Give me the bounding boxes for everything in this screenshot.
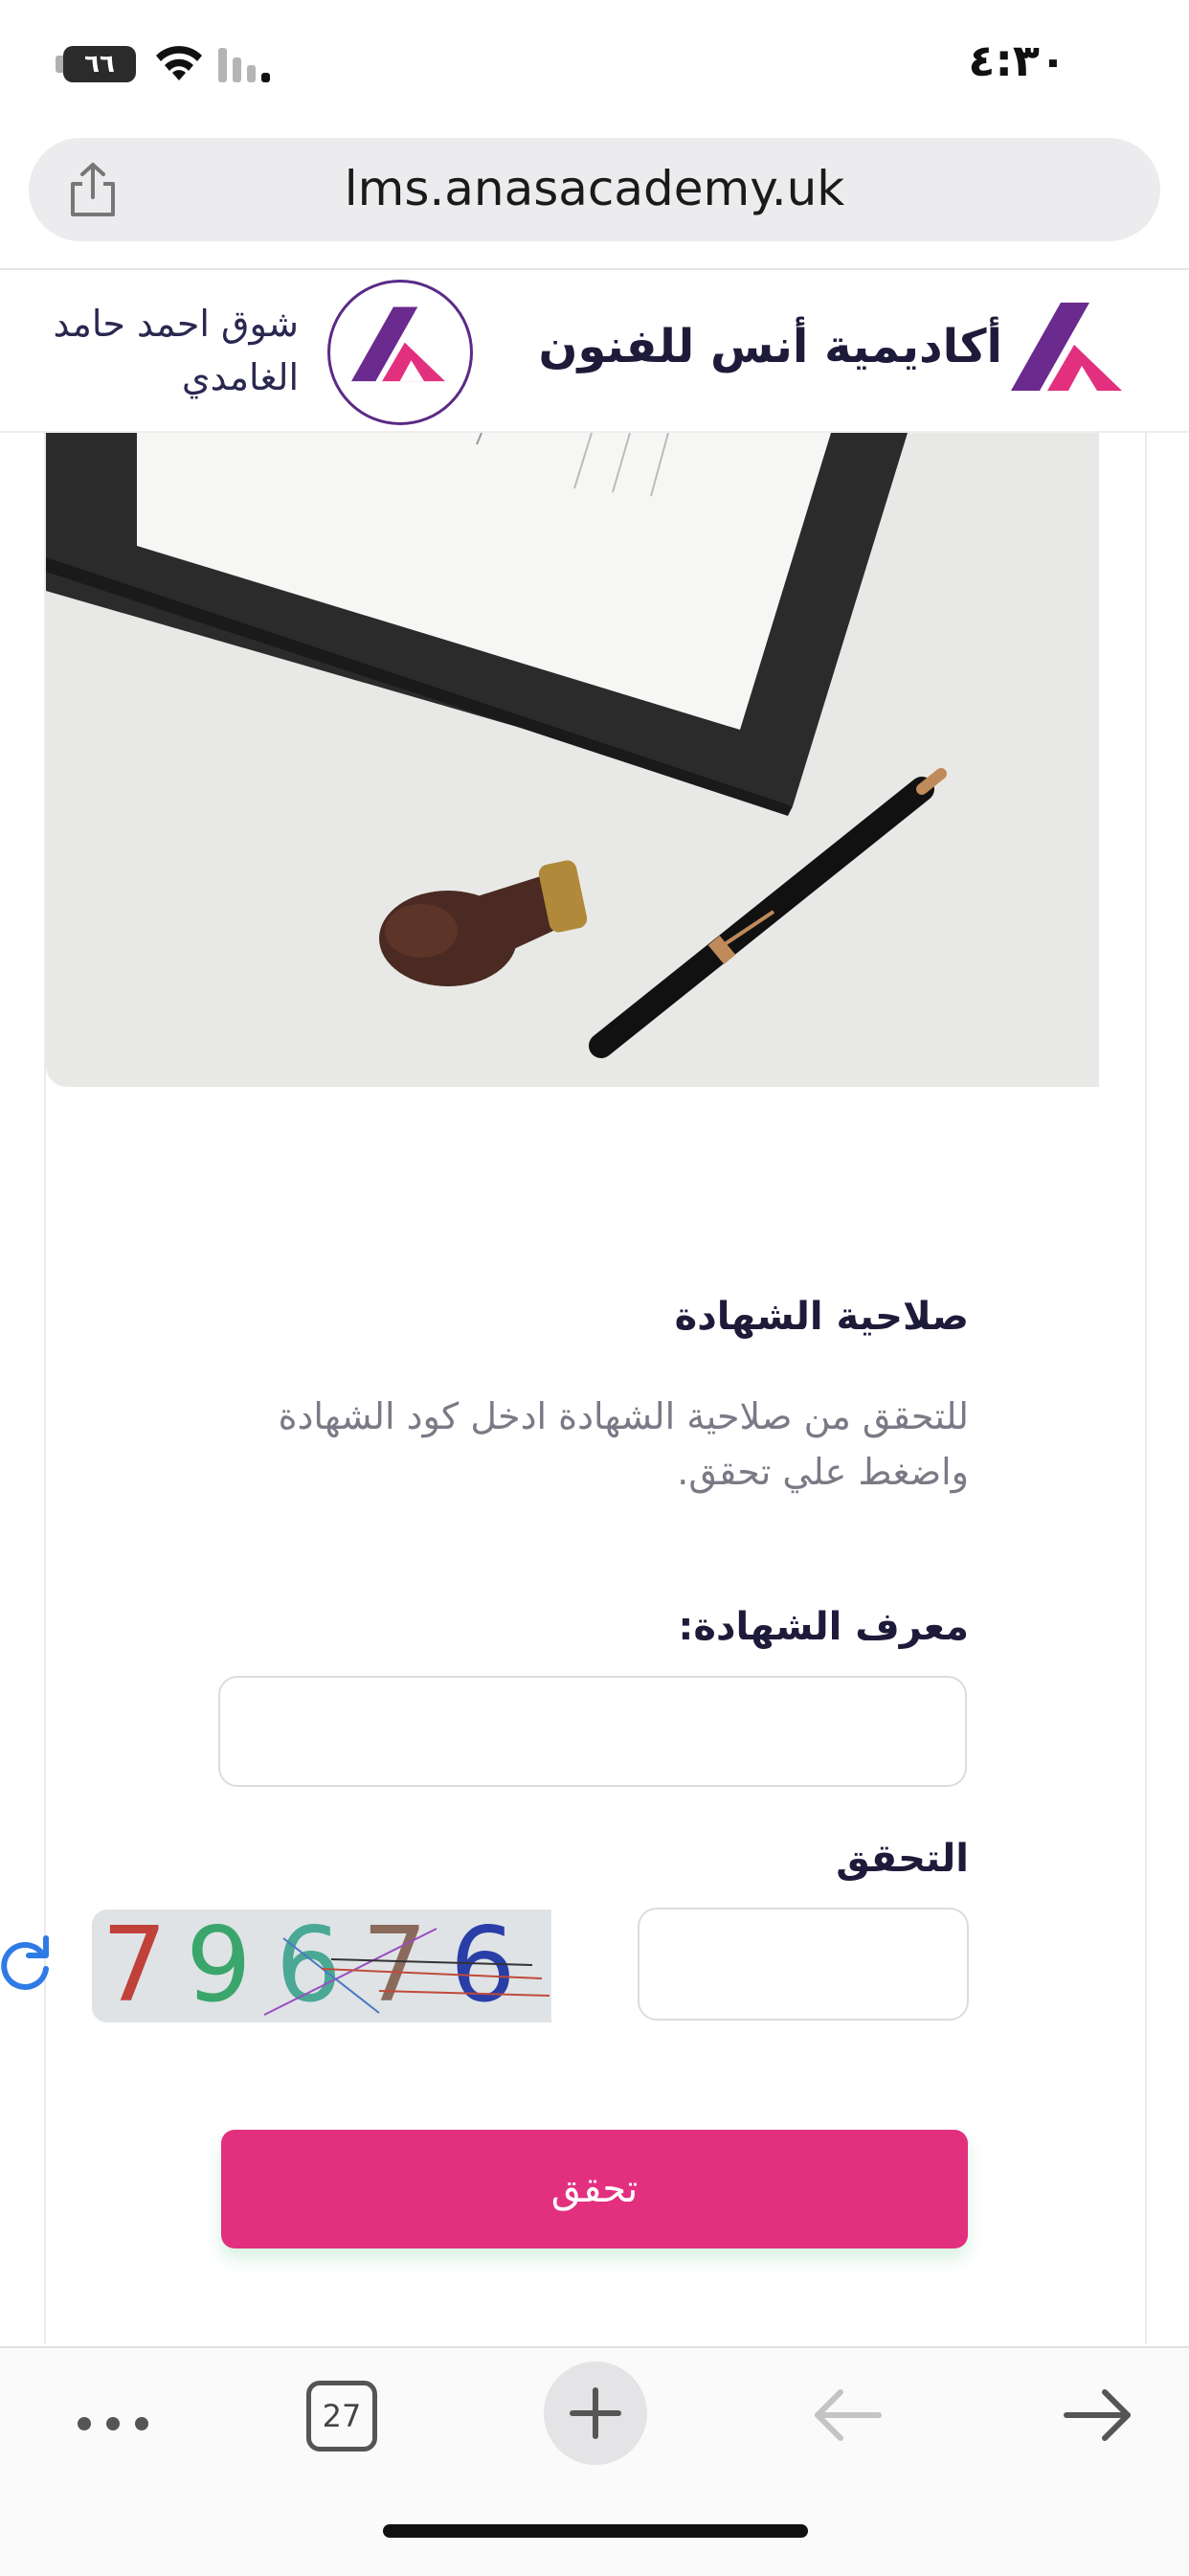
brand-name[interactable]: أكاديمية أنس للفنون: [539, 320, 1003, 373]
plus-icon: [570, 2387, 621, 2439]
cellular-signal-icon: [218, 48, 270, 82]
section-title: صلاحية الشهادة: [674, 1295, 969, 1339]
academy-logo-avatar: [351, 306, 445, 382]
wifi-icon: [156, 46, 202, 80]
more-icon[interactable]: [77, 2409, 149, 2438]
home-indicator: [383, 2524, 808, 2538]
battery-tip: [56, 56, 63, 73]
user-name[interactable]: شوق احمد حامد الغامدي: [11, 297, 299, 404]
browser-toolbar: 27: [0, 2346, 1189, 2576]
section-description: للتحقق من صلاحية الشهادة ادخل كود الشهاد…: [278, 1395, 969, 1493]
user-avatar[interactable]: [327, 280, 473, 425]
tabs-button[interactable]: 27: [306, 2381, 377, 2452]
verify-button[interactable]: تحقق: [221, 2130, 968, 2248]
academy-logo[interactable]: [1011, 303, 1122, 395]
status-time: ٤:٣٠: [968, 34, 1066, 86]
battery-icon: ٦٦: [63, 46, 136, 82]
captcha-image: 7 9 6 7 6: [92, 1909, 551, 2022]
certificate-id-label: معرف الشهادة:: [678, 1605, 969, 1649]
new-tab-button[interactable]: [544, 2361, 647, 2465]
url-text[interactable]: lms.anasacademy.uk: [29, 161, 1160, 216]
refresh-captcha-icon[interactable]: [0, 1934, 54, 1994]
forward-arrow-icon[interactable]: [1063, 2386, 1133, 2444]
captcha-input[interactable]: [638, 1908, 969, 2021]
address-bar[interactable]: lms.anasacademy.uk: [29, 138, 1160, 241]
hero-image: [46, 433, 1099, 1087]
back-arrow-icon[interactable]: [812, 2386, 883, 2444]
verify-button-label: تحقق: [550, 2168, 639, 2210]
certificate-id-input[interactable]: [218, 1676, 967, 1787]
status-bar: ٦٦ ٤:٣٠: [0, 0, 1189, 134]
site-header: أكاديمية أنس للفنون شوق احمد حامد الغامد…: [0, 270, 1189, 433]
captcha-noise: [263, 1928, 550, 2016]
captcha-label: التحقق: [836, 1837, 969, 1881]
